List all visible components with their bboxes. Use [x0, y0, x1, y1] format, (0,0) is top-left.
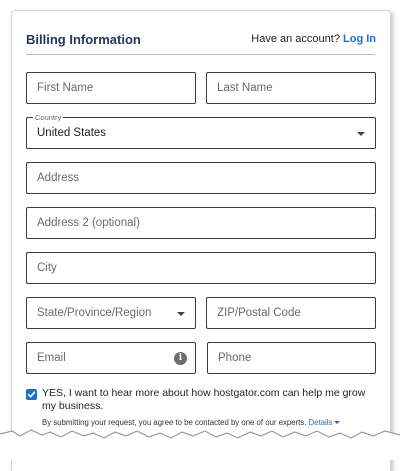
chevron-down-icon: [357, 132, 365, 136]
last-name-placeholder: Last Name: [217, 82, 273, 94]
address-placeholder: Address: [37, 172, 80, 184]
first-name-input[interactable]: First Name: [26, 72, 196, 104]
address2-placeholder: Address 2 (optional): [37, 217, 140, 229]
details-label: Details: [308, 418, 333, 427]
zip-input[interactable]: ZIP/Postal Code: [206, 297, 376, 329]
account-prompt-text: Have an account?: [251, 33, 340, 45]
phone-input[interactable]: Phone: [207, 342, 376, 374]
state-select[interactable]: State/Province/Region: [26, 297, 196, 329]
email-placeholder: Email: [37, 352, 66, 364]
header-divider: [26, 54, 375, 55]
country-label: Country: [33, 113, 64, 122]
address-input[interactable]: Address: [26, 162, 376, 194]
info-icon[interactable]: i: [174, 352, 187, 365]
city-placeholder: City: [37, 262, 57, 274]
checkmark-icon: [27, 391, 36, 398]
account-prompt: Have an account? Log In: [251, 33, 376, 45]
torn-edge: [0, 429, 400, 460]
state-placeholder: State/Province/Region: [37, 307, 152, 319]
phone-placeholder: Phone: [218, 352, 252, 364]
login-link[interactable]: Log In: [343, 33, 376, 45]
caret-down-icon: [334, 421, 341, 425]
billing-title: Billing Information: [26, 32, 141, 47]
disclaimer: By submitting your request, you agree to…: [42, 418, 387, 427]
optin-checkbox[interactable]: [26, 389, 37, 400]
country-select[interactable]: Country United States: [26, 113, 376, 149]
billing-card: Billing Information Have an account? Log…: [11, 10, 391, 471]
city-input[interactable]: City: [26, 252, 376, 284]
optin-label: YES, I want to hear more about how hostg…: [42, 387, 366, 412]
first-name-placeholder: First Name: [37, 82, 94, 94]
zip-placeholder: ZIP/Postal Code: [217, 307, 301, 319]
email-input[interactable]: Email i: [26, 342, 196, 374]
disclaimer-text: By submitting your request, you agree to…: [42, 418, 307, 427]
address2-input[interactable]: Address 2 (optional): [26, 207, 376, 239]
chevron-down-icon: [177, 312, 185, 316]
details-link[interactable]: Details: [309, 418, 341, 427]
last-name-input[interactable]: Last Name: [206, 72, 376, 104]
country-value: United States: [37, 127, 107, 139]
